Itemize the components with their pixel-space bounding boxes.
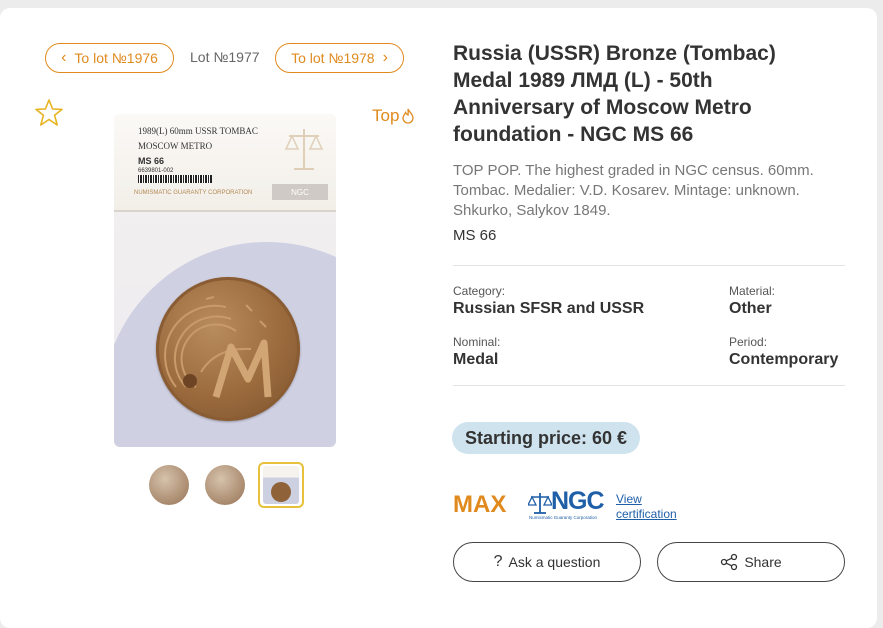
spec-value: Other [729,300,772,317]
thumbnail-3-selected[interactable] [258,462,304,508]
spec-label: Nominal: [453,335,501,349]
max-label: MAX [453,491,507,518]
slab-maker: NUMISMATIC GUARANTY CORPORATION [134,190,253,196]
main-lot-image[interactable]: 1989(L) 60mm USSR TOMBAC MOSCOW METRO MS… [114,114,336,447]
ask-question-label: Ask a question [508,554,601,570]
thumbnail-medal-obverse [149,465,189,505]
chevron-right-icon: › [382,49,388,66]
thumbnail-2[interactable] [202,462,248,508]
prev-lot-button[interactable]: ‹ To lot №1976 [45,43,174,73]
slab-line-1: 1989(L) 60mm USSR TOMBAC [138,126,258,136]
chevron-left-icon: ‹ [61,49,67,66]
share-icon [721,553,738,571]
flame-icon [402,108,415,124]
ngc-logo-text: NGC [551,487,605,515]
spec-label: Material: [729,284,776,298]
spec-nominal: Nominal: Medal [453,335,500,369]
slab-logo: NGC [272,184,328,200]
slab-label: 1989(L) 60mm USSR TOMBAC MOSCOW METRO MS… [114,114,336,212]
spec-value: Russian SFSR and USSR [453,300,645,317]
question-icon: ? [493,553,503,570]
scale-icon [528,493,552,514]
medal-coin [156,277,300,421]
spec-value: Contemporary [729,351,839,368]
favorite-star-icon[interactable] [34,98,64,128]
view-certification-link[interactable]: View certification [616,492,696,522]
spec-period: Period: Contemporary [729,335,838,369]
next-lot-button[interactable]: To lot №1978 › [275,43,404,73]
spec-label: Period: [729,335,768,349]
spec-label: Category: [453,284,506,298]
scale-icon [284,129,324,170]
share-label: Share [744,554,782,570]
barcode [138,175,212,183]
spec-category: Category: Russian SFSR and USSR [453,284,644,318]
metro-medal-icon [164,296,272,399]
divider [453,385,845,386]
top-label: Top [372,106,400,125]
share-button[interactable]: Share [657,542,845,582]
divider [453,265,845,266]
top-link[interactable]: Top [372,106,415,126]
lot-title: Russia (USSR) Bronze (Tombac) Medal 1989… [453,42,776,146]
slab-line-2: MOSCOW METRO [138,141,213,151]
next-lot-label: To lot №1978 [291,50,375,66]
lot-grade: MS 66 [453,227,497,244]
ngc-logo[interactable]: NGC Numismatic Guaranty Corporation [528,487,610,523]
thumbnail-medal-reverse [205,465,245,505]
spec-material: Material: Other [729,284,775,318]
thumbnail-1[interactable] [146,462,192,508]
slab-cert-number: 6639801-002 [138,168,174,174]
lot-description: TOP POP. The highest graded in NGC censu… [453,162,814,219]
current-lot-label: Lot №1977 [190,49,260,65]
starting-price-badge: Starting price: 60 € [452,422,641,454]
prev-lot-label: To lot №1976 [74,50,158,66]
ask-question-button[interactable]: ? Ask a question [453,542,641,582]
spec-value: Medal [453,351,499,368]
thumbnail-slab [263,466,299,504]
ngc-logo-subtitle: Numismatic Guaranty Corporation [529,515,598,520]
slab-grade: MS 66 [138,156,165,166]
slab-logo-text: NGC [291,187,309,197]
